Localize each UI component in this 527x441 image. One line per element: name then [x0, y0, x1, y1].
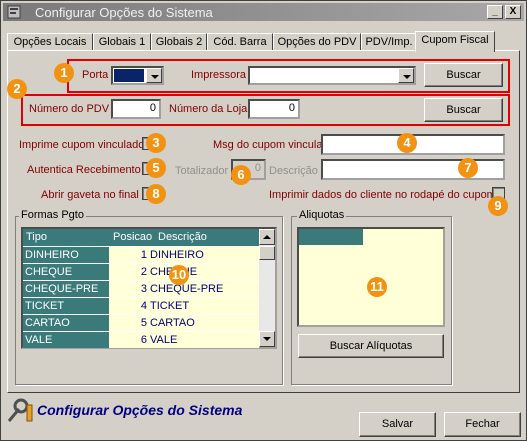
open-drawer-label: Abrir gaveta no final [41, 189, 139, 201]
column-descricao: Descrição [158, 231, 207, 243]
cell-tipo: TICKET [23, 298, 109, 314]
chevron-down-icon[interactable] [398, 68, 414, 83]
port-value [114, 69, 144, 82]
badge-3: 3 [146, 133, 166, 153]
save-button[interactable]: Salvar [359, 412, 436, 437]
cell-posicao: 1 [140, 249, 147, 261]
badge-5: 5 [146, 158, 166, 178]
close-dialog-button[interactable]: Fechar [444, 412, 521, 437]
cell-posicao: 2 [140, 266, 147, 278]
totalizer-label: Totalizador [175, 165, 229, 177]
cell-descricao: 1 DINHEIRO [109, 247, 259, 263]
cell-tipo: VALE [23, 332, 109, 348]
badge-10: 10 [169, 265, 189, 285]
grid-header: Tipo Posicao Descrição [23, 229, 259, 246]
tab-pdv-imp[interactable]: PDV/Imp. [361, 33, 417, 51]
print-client-data-label: Imprimir dados do cliente no rodapé do c… [269, 189, 496, 201]
badge-11: 11 [367, 277, 387, 297]
authenticate-receipt-label: Autentica Recebimento [27, 164, 141, 176]
printer-search-button[interactable]: Buscar [424, 63, 503, 87]
minimize-button[interactable]: _ [487, 5, 503, 19]
footer-title: Configurar Opções do Sistema [37, 402, 243, 418]
badge-1: 1 [54, 63, 74, 83]
cell-tipo: DINHEIRO [23, 247, 109, 263]
aliquotas-header [299, 229, 363, 245]
port-label: Porta [82, 69, 109, 81]
description-label: Descrição [269, 165, 318, 177]
column-tipo: Tipo [26, 231, 47, 243]
cell-descricao: 5 CARTAO [109, 315, 259, 331]
config-window: Configurar Opções do Sistema _ X Opções … [0, 0, 527, 441]
cell-desc-text: VALE [150, 334, 178, 346]
tab-opcoes-locais[interactable]: Opções Locais [7, 33, 93, 51]
tools-icon [7, 398, 33, 422]
cell-posicao: 5 [140, 317, 147, 329]
print-linked-coupon-label: Imprime cupom vinculado [19, 139, 145, 151]
badge-8: 8 [146, 184, 166, 204]
printer-select[interactable] [248, 66, 416, 85]
cell-tipo: CHEQUE-PRE [23, 281, 109, 297]
cell-desc-text: DINHEIRO [150, 249, 204, 261]
window-title: Configurar Opções do Sistema [35, 5, 213, 20]
pdv-search-button[interactable]: Buscar [424, 98, 503, 122]
cell-posicao: 3 [140, 283, 147, 295]
tab-cupom-fiscal[interactable]: Cupom Fiscal [415, 31, 495, 52]
grid-scrollbar[interactable] [259, 229, 275, 347]
cell-descricao: 4 TICKET [109, 298, 259, 314]
cell-tipo: CARTAO [23, 315, 109, 331]
badge-9: 9 [488, 196, 508, 216]
pdv-number-label: Número do PDV [29, 103, 110, 115]
linked-coupon-msg-label: Msg do cupom vinculado [213, 139, 335, 151]
cell-tipo: CHEQUE [23, 264, 109, 280]
badge-2: 2 [7, 79, 27, 99]
scroll-thumb[interactable] [259, 246, 275, 260]
cell-posicao: 6 [140, 334, 147, 346]
cell-desc-text: CHEQUE-PRE [150, 283, 224, 295]
cell-posicao: 4 [140, 300, 147, 312]
badge-6: 6 [231, 165, 251, 185]
tab-opcoes-pdv[interactable]: Opções do PDV [273, 33, 361, 51]
tab-cod-barra[interactable]: Cód. Barra [207, 33, 273, 51]
payment-forms-title: Formas Pgto [19, 209, 86, 221]
badge-4: 4 [397, 133, 417, 153]
port-select[interactable] [111, 66, 164, 85]
aliquotas-grid[interactable] [297, 227, 445, 327]
tab-globais-1[interactable]: Globais 1 [93, 33, 151, 51]
badge-7: 7 [458, 158, 478, 178]
chevron-down-icon[interactable] [146, 68, 162, 83]
app-icon [7, 5, 21, 19]
cell-descricao: 6 VALE [109, 332, 259, 348]
pdv-number-input[interactable]: 0 [111, 99, 161, 119]
tab-globais-2[interactable]: Globais 2 [151, 33, 207, 51]
scroll-down-icon[interactable] [259, 331, 275, 347]
close-button[interactable]: X [505, 5, 521, 19]
printer-label: Impressora [191, 69, 247, 81]
store-number-input[interactable]: 0 [248, 99, 300, 119]
aliquotas-title: Aliquotas [297, 209, 347, 221]
title-bar: Configurar Opções do Sistema _ X [3, 3, 524, 21]
column-posicao: Posicao [113, 231, 153, 243]
store-number-label: Número da Loja [169, 103, 248, 115]
cell-desc-text: TICKET [150, 300, 190, 312]
cell-desc-text: CARTAO [150, 317, 195, 329]
payment-forms-grid[interactable]: Tipo Posicao Descrição DINHEIRO 1 DINHEIRO… [21, 227, 277, 349]
search-aliquotas-button[interactable]: Buscar Alíquotas [298, 334, 444, 358]
scroll-up-icon[interactable] [259, 229, 275, 245]
